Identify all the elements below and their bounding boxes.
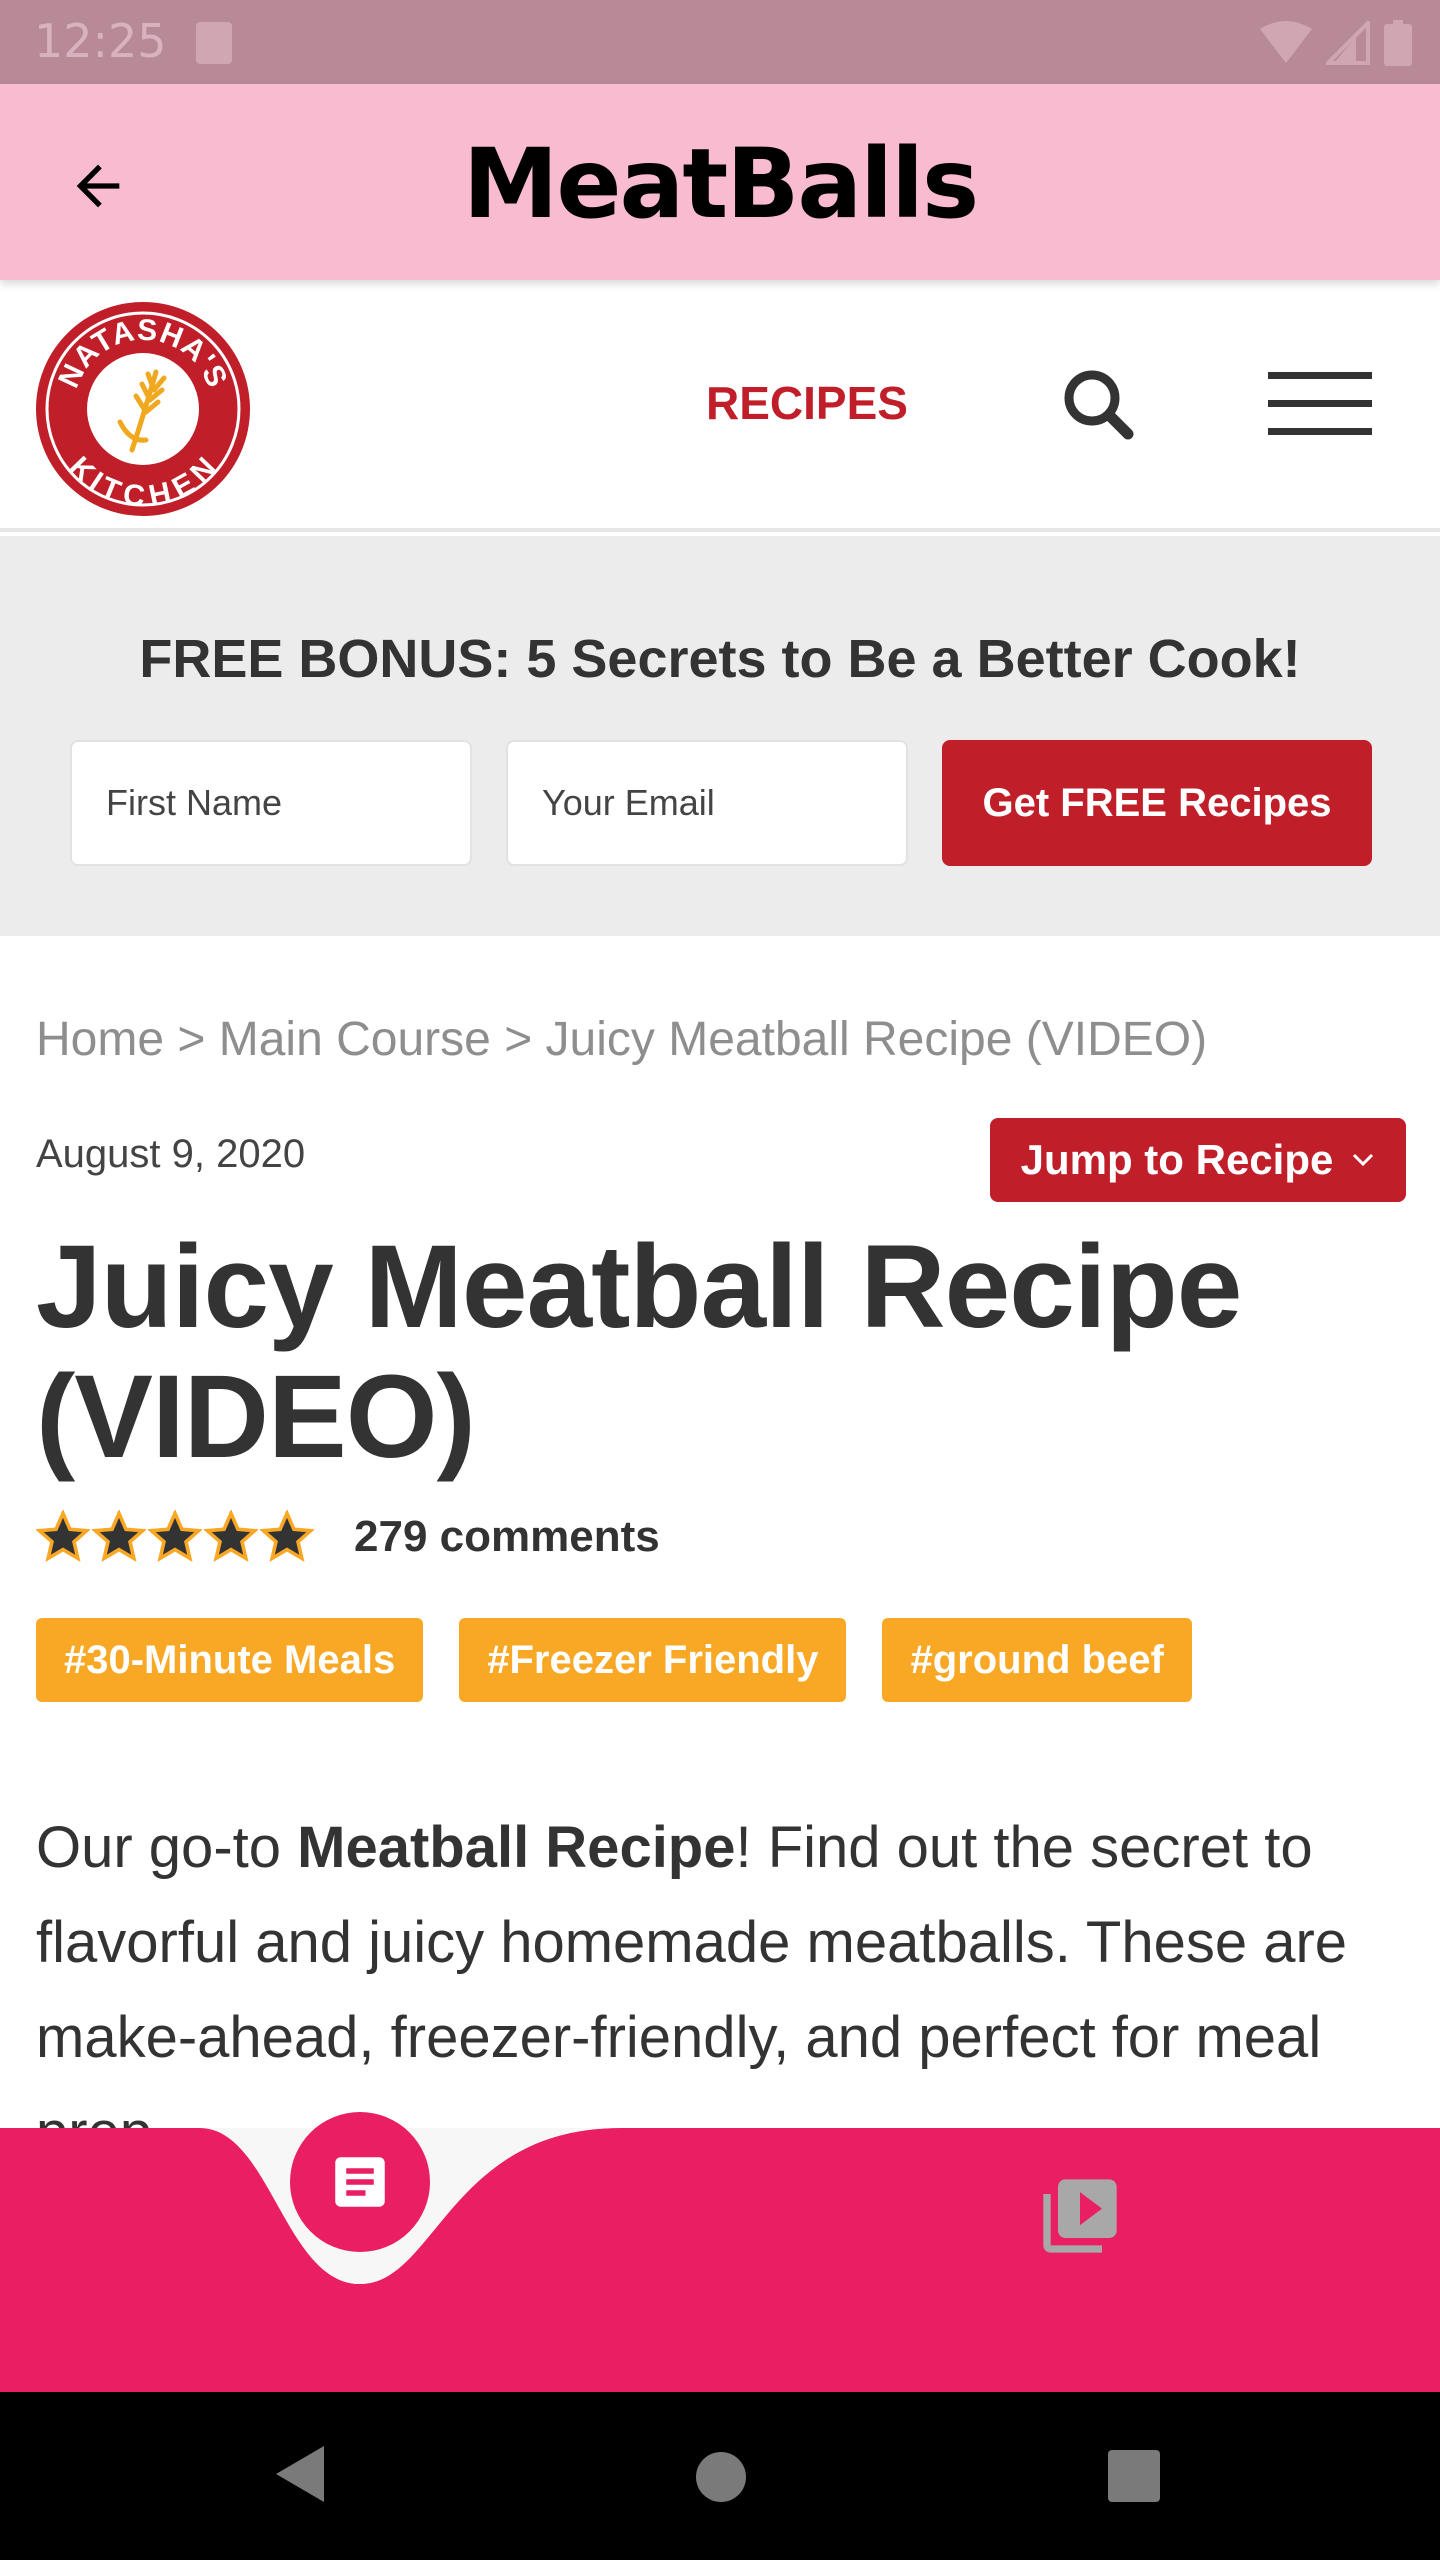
star-icon xyxy=(36,1510,90,1563)
search-icon[interactable] xyxy=(1058,364,1138,444)
star-rating[interactable] xyxy=(36,1510,314,1564)
tag-ground-beef[interactable]: #ground beef xyxy=(882,1618,1192,1702)
breadcrumb[interactable]: Home > Main Course > Juicy Meatball Reci… xyxy=(36,1012,1207,1067)
article-tab-button[interactable] xyxy=(290,2112,430,2252)
wifi-icon xyxy=(1260,21,1312,63)
email-field[interactable]: Your Email xyxy=(506,740,908,866)
system-navigation-bar xyxy=(0,2392,1440,2560)
site-header: NATASHA'S KITCHEN RECIPES xyxy=(0,280,1440,532)
app-bar: MeatBalls xyxy=(0,84,1440,280)
system-back-icon[interactable] xyxy=(270,2442,328,2506)
jump-to-recipe-button[interactable]: Jump to Recipe xyxy=(990,1118,1406,1202)
hamburger-menu-icon[interactable] xyxy=(1268,372,1372,436)
first-name-field[interactable]: First Name xyxy=(70,740,472,866)
chevron-down-icon xyxy=(1353,1153,1374,1167)
star-icon xyxy=(204,1510,258,1563)
nav-recipes-link[interactable]: RECIPES xyxy=(706,376,908,430)
tag-30-minute-meals[interactable]: #30-Minute Meals xyxy=(36,1618,424,1702)
status-icons xyxy=(1260,20,1412,66)
star-icon xyxy=(92,1510,146,1563)
bonus-title: FREE BONUS: 5 Secrets to Be a Better Coo… xyxy=(139,629,1301,689)
article-icon xyxy=(335,2157,385,2207)
bonus-signup: FREE BONUS: 5 Secrets to Be a Better Coo… xyxy=(0,536,1440,936)
status-bar: 12:25 xyxy=(0,0,1440,84)
star-icon xyxy=(148,1510,202,1563)
bottom-navigation-bar xyxy=(0,2128,1440,2392)
intro-paragraph: Our go-to Meatball Recipe! Find out the … xyxy=(36,1800,1406,2180)
battery-icon xyxy=(1384,20,1412,66)
intro-text-bold: Meatball Recipe xyxy=(297,1815,736,1880)
article-title: Juicy Meatball Recipe (VIDEO) xyxy=(36,1221,1242,1483)
jump-to-recipe-label: Jump to Recipe xyxy=(1020,1136,1334,1183)
comments-link[interactable]: 279 comments xyxy=(354,1512,660,1562)
tag-freezer-friendly[interactable]: #Freezer Friendly xyxy=(459,1618,847,1702)
tag-list: #30-Minute Meals #Freezer Friendly #grou… xyxy=(36,1618,1192,1702)
app-title: MeatBalls xyxy=(462,128,979,240)
signal-icon xyxy=(1326,21,1370,65)
get-free-recipes-button[interactable]: Get FREE Recipes xyxy=(942,740,1372,866)
post-date: August 9, 2020 xyxy=(36,1132,306,1176)
video-library-icon[interactable] xyxy=(1036,2172,1124,2260)
status-time: 12:25 xyxy=(34,14,167,68)
intro-text-start: Our go-to xyxy=(36,1815,298,1880)
system-recents-icon[interactable] xyxy=(1108,2450,1160,2502)
site-logo[interactable]: NATASHA'S KITCHEN xyxy=(34,300,252,518)
rating-row: 279 comments xyxy=(36,1510,660,1564)
star-icon xyxy=(260,1510,314,1563)
sd-card-icon xyxy=(196,22,232,64)
system-home-icon[interactable] xyxy=(696,2452,746,2502)
